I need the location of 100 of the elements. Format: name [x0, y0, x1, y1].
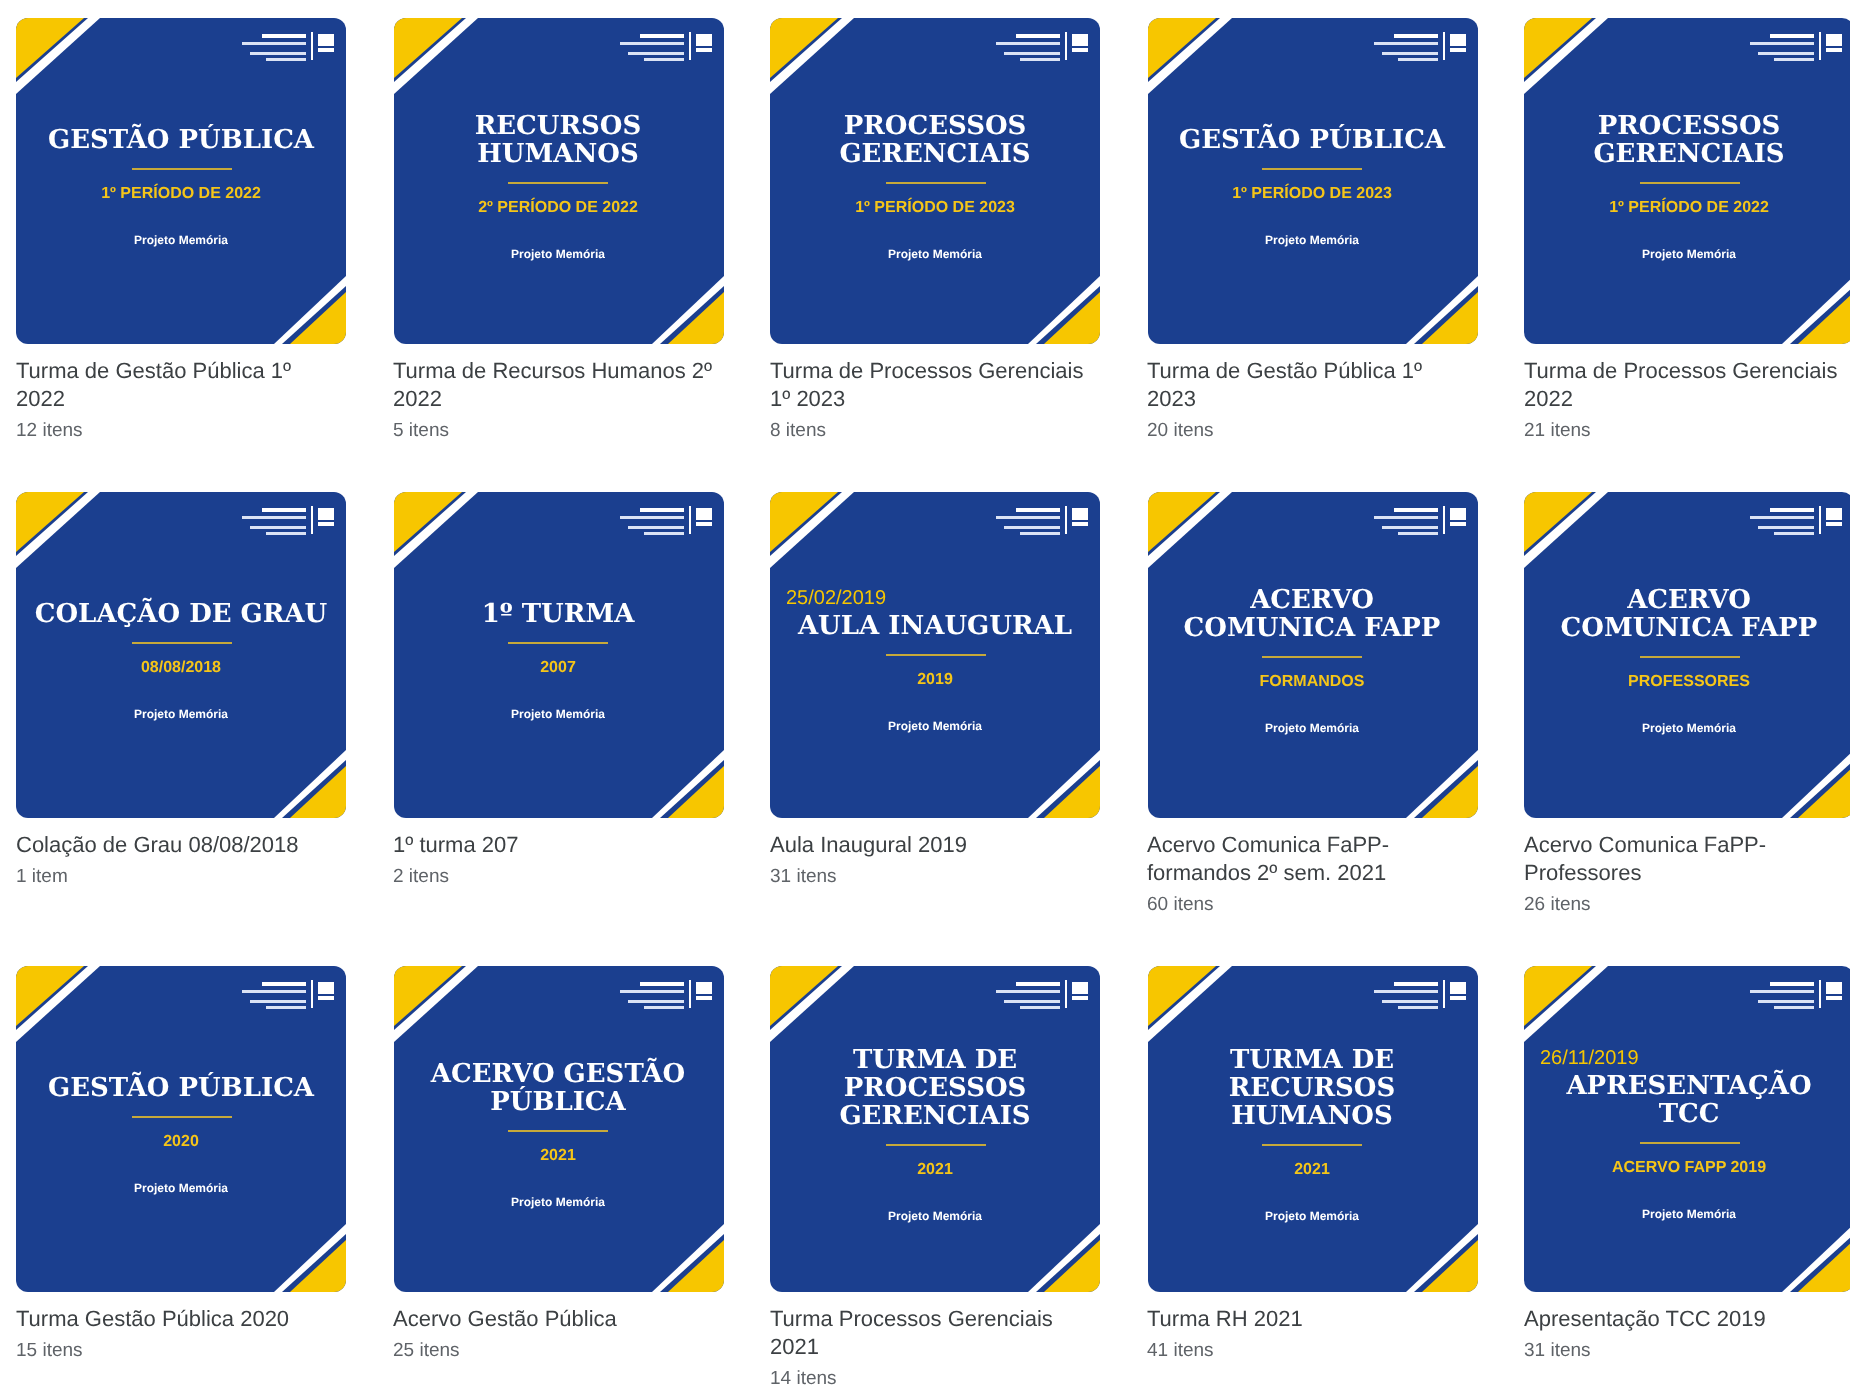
corner-stripe-icon	[393, 492, 477, 568]
logo-icon	[619, 506, 711, 536]
corner-stripe-icon	[274, 750, 346, 818]
cover-title: ACERVO COMUNICA FAPP	[1558, 587, 1820, 643]
cover-subtitle: 2021	[917, 1157, 953, 1181]
logo-icon	[242, 980, 334, 1010]
corner-stripe-icon	[16, 966, 100, 1042]
logo-icon	[996, 980, 1088, 1010]
cover-date: 25/02/2019	[786, 589, 887, 609]
cover-subtitle: ACERVO FAPP 2019	[1611, 1155, 1767, 1179]
corner-stripe-icon	[274, 276, 346, 344]
item-count: 31 itens	[1524, 1338, 1593, 1366]
item-count: 14 itens	[770, 1366, 839, 1388]
corner-stripe-icon	[1028, 1224, 1100, 1292]
item-count: 5 itens	[393, 418, 451, 446]
item-count: 41 itens	[1147, 1338, 1216, 1366]
item-count: 2 itens	[393, 864, 451, 892]
logo-icon	[242, 32, 334, 62]
cover-title: AULA INAUGURAL	[797, 613, 1073, 641]
album-name[interactable]: Turma Processos Gerenciais 2021	[770, 1306, 1100, 1362]
cover-title: PROCESSOS GERENCIAIS	[1591, 113, 1787, 169]
cover-date: 26/11/2019	[1540, 1049, 1639, 1069]
cover-title: RECURSOS HUMANOS	[472, 113, 644, 169]
logo-icon	[1750, 980, 1842, 1010]
corner-stripe-icon	[393, 18, 477, 94]
album-name[interactable]: Turma RH 2021	[1147, 1306, 1477, 1334]
album-name[interactable]: Aula Inaugural 2019	[770, 832, 1100, 860]
corner-stripe-icon	[16, 492, 100, 568]
logo-icon	[619, 32, 711, 62]
cover-subtitle: 1º PERÍODO DE 2023	[855, 195, 1015, 219]
corner-stripe-icon	[1524, 492, 1608, 568]
corner-stripe-icon	[1405, 1224, 1477, 1292]
cover-title: PROCESSOS GERENCIAIS	[837, 113, 1033, 169]
cover-title: APRESENTAÇÃO TCC	[1564, 1073, 1814, 1129]
corner-stripe-icon	[770, 966, 854, 1042]
item-count: 31 itens	[770, 864, 839, 892]
item-count: 26 itens	[1524, 892, 1593, 920]
item-count: 8 itens	[770, 418, 828, 446]
corner-stripe-icon	[1147, 18, 1231, 94]
corner-stripe-icon	[651, 276, 723, 344]
cover-subtitle: 2019	[917, 667, 953, 691]
cover-subtitle: FORMANDOS	[1259, 669, 1365, 693]
logo-icon	[619, 980, 711, 1010]
cover-subtitle: 1º PERÍODO DE 2022	[101, 181, 261, 205]
cover-subtitle: 1º PERÍODO DE 2022	[1609, 195, 1769, 219]
cover-subtitle: 2020	[163, 1129, 199, 1153]
cover-subtitle: 2007	[540, 655, 576, 679]
album-name[interactable]: Colação de Grau 08/08/2018	[16, 832, 346, 860]
cover-subtitle: 2021	[1294, 1157, 1330, 1181]
corner-stripe-icon	[393, 966, 477, 1042]
corner-stripe-icon	[1524, 18, 1608, 94]
album-name[interactable]: Apresentação TCC 2019	[1524, 1306, 1850, 1334]
corner-stripe-icon	[1405, 750, 1477, 818]
cover-title: GESTÃO PÚBLICA	[1178, 127, 1446, 155]
corner-stripe-icon	[1028, 750, 1100, 818]
item-count: 1 item	[16, 864, 70, 892]
cover-subtitle: 08/08/2018	[140, 655, 222, 679]
corner-stripe-icon	[651, 1224, 723, 1292]
album-name[interactable]: Turma Gestão Pública 2020	[16, 1306, 346, 1334]
album-name[interactable]: Acervo Gestão Pública	[393, 1306, 723, 1334]
corner-stripe-icon	[16, 18, 100, 94]
corner-stripe-icon	[651, 750, 723, 818]
cover-subtitle: PROFESSORES	[1628, 669, 1750, 693]
album-name[interactable]: Acervo Comunica FaPP-Professores	[1524, 832, 1850, 888]
corner-stripe-icon	[1405, 276, 1477, 344]
album-name[interactable]: 1º turma 207	[393, 832, 723, 860]
cover-title: 1º TURMA	[481, 601, 635, 629]
item-count: 20 itens	[1147, 418, 1216, 446]
cover-subtitle: 2021	[540, 1143, 576, 1167]
corner-stripe-icon	[1147, 966, 1231, 1042]
cover-subtitle: 2º PERÍODO DE 2022	[478, 195, 638, 219]
corner-stripe-icon	[770, 18, 854, 94]
item-count: 12 itens	[16, 418, 85, 446]
album-name[interactable]: Turma de Processos Gerenciais 2022	[1524, 358, 1850, 414]
logo-icon	[1750, 506, 1842, 536]
album-name[interactable]: Turma de Gestão Pública 1º 2022	[16, 358, 346, 414]
logo-icon	[1373, 506, 1465, 536]
cover-title: ACERVO COMUNICA FAPP	[1181, 587, 1443, 643]
album-name[interactable]: Turma de Processos Gerenciais 1º 2023	[770, 358, 1100, 414]
album-name[interactable]: Turma de Gestão Pública 1º 2023	[1147, 358, 1477, 414]
corner-stripe-icon	[1524, 966, 1608, 1042]
cover-subtitle: 1º PERÍODO DE 2023	[1232, 181, 1392, 205]
item-count: 15 itens	[16, 1338, 85, 1366]
album-name[interactable]: Turma de Recursos Humanos 2º 2022	[393, 358, 723, 414]
corner-stripe-icon	[1028, 276, 1100, 344]
logo-icon	[996, 32, 1088, 62]
logo-icon	[1373, 32, 1465, 62]
cover-title: GESTÃO PÚBLICA	[47, 1075, 315, 1103]
corner-stripe-icon	[274, 1224, 346, 1292]
corner-stripe-icon	[1147, 492, 1231, 568]
item-count: 25 itens	[393, 1338, 462, 1366]
item-count: 21 itens	[1524, 418, 1593, 446]
cover-title: GESTÃO PÚBLICA	[47, 127, 315, 155]
cover-title: COLAÇÃO DE GRAU	[34, 601, 328, 629]
cover-title: TURMA DE RECURSOS HUMANOS	[1226, 1047, 1398, 1131]
logo-icon	[1373, 980, 1465, 1010]
logo-icon	[1750, 32, 1842, 62]
album-name[interactable]: Acervo Comunica FaPP-formandos 2º sem. 2021	[1147, 832, 1477, 888]
logo-icon	[996, 506, 1088, 536]
corner-stripe-icon	[770, 492, 854, 568]
